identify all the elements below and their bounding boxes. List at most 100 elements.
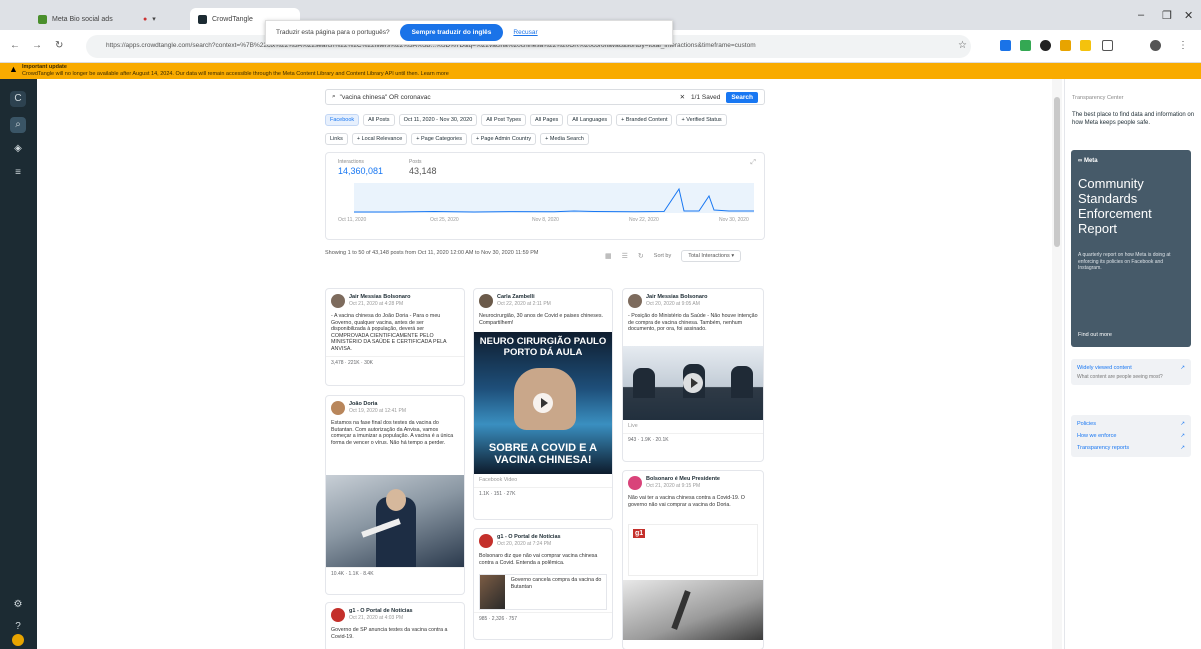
filter-chip[interactable]: Facebook xyxy=(325,114,360,126)
sort-dropdown[interactable]: Total Interactions ▾ xyxy=(681,250,742,262)
filter-chip[interactable]: Links xyxy=(325,133,348,145)
post-stats: 985 · 2,326 · 757 xyxy=(474,612,612,625)
filter-chip[interactable]: + Local Relevance xyxy=(351,133,408,145)
notice-title: Important update xyxy=(22,64,67,70)
play-icon[interactable] xyxy=(533,393,553,413)
filter-chip[interactable]: + Verified Status xyxy=(676,114,727,126)
filter-chip[interactable]: Oct 11, 2020 - Nov 30, 2020 xyxy=(398,114,478,126)
translate-button[interactable]: Sempre traduzir do inglês xyxy=(399,24,504,41)
post-author[interactable]: Carla Zambelli xyxy=(497,294,551,301)
post-card[interactable]: g1 - O Portal de Notícias Oct 20, 2020 a… xyxy=(473,528,613,640)
scrollbar-thumb[interactable] xyxy=(1054,97,1060,247)
post-card[interactable]: Jair Messias Bolsonaro Oct 20, 2020 at 9… xyxy=(622,288,764,462)
filter-chip[interactable]: + Branded Content xyxy=(616,114,673,126)
bookmark-star-icon[interactable]: ☆ xyxy=(958,40,967,51)
help-icon[interactable]: ? xyxy=(10,619,26,635)
app-sidebar: C ⌕ ◈ ≡ ⚙ ? xyxy=(0,79,37,649)
post-author[interactable]: Jair Messias Bolsonaro xyxy=(349,294,410,301)
post-text: - A vacina chinesa do João Doria - Para … xyxy=(331,313,447,352)
expand-icon[interactable]: ⤢ xyxy=(750,159,756,167)
avatar xyxy=(331,401,345,415)
filter-chip[interactable]: All Post Types xyxy=(481,114,527,126)
x-tick-label: Nov 8, 2020 xyxy=(532,217,559,223)
external-link-icon: ↗ xyxy=(1180,445,1185,451)
dashboard-icon[interactable]: ◈ xyxy=(10,141,26,157)
refresh-icon[interactable]: ↻ xyxy=(638,252,644,260)
csr-card[interactable]: ∞ Meta Community Standards Enforcement R… xyxy=(1071,150,1191,347)
post-card[interactable]: João Doria Oct 19, 2020 at 12:41 PM Esta… xyxy=(325,395,465,595)
search-bar[interactable]: ⌕ "vacina chinesa" OR coronavac ✕ 1/1 Sa… xyxy=(325,89,765,105)
sidepanel-icon[interactable] xyxy=(1102,40,1113,51)
post-card[interactable]: g1 - O Portal de Notícias Oct 21, 2020 a… xyxy=(325,602,465,649)
policies-link[interactable]: Policies xyxy=(1077,418,1096,430)
search-icon[interactable]: ⌕ xyxy=(10,117,26,133)
filter-chip[interactable]: + Page Categories xyxy=(411,133,467,145)
extension-icon[interactable] xyxy=(1060,40,1071,51)
crowdtangle-logo-icon[interactable]: C xyxy=(10,91,26,107)
avatar xyxy=(479,534,493,548)
widely-viewed-link[interactable]: Widely viewed content xyxy=(1077,362,1132,374)
post-card[interactable]: Jair Messias Bolsonaro Oct 21, 2020 at 4… xyxy=(325,288,465,386)
filter-chip[interactable]: All Languages xyxy=(567,114,613,126)
extension-icon[interactable] xyxy=(1020,40,1031,51)
post-author[interactable]: Bolsonaro é Meu Presidente xyxy=(646,476,720,483)
filter-chip[interactable]: All Pages xyxy=(530,114,564,126)
filter-chip[interactable]: All Posts xyxy=(363,114,395,126)
post-stats: 10.4K · 1.1K · 8.4K xyxy=(326,567,464,580)
post-card[interactable]: Bolsonaro é Meu Presidente Oct 21, 2020 … xyxy=(622,470,764,649)
interactions-value: 14,360,081 xyxy=(338,166,384,176)
panel-intro: The best place to find data and informat… xyxy=(1072,112,1195,126)
tab-menu-icon[interactable]: ● ▾ xyxy=(135,8,164,30)
extension-icon[interactable] xyxy=(1080,40,1091,51)
post-text: Governo de SP anuncia testes da vacina c… xyxy=(331,627,448,640)
results-count: Showing 1 to 50 of 43,148 posts from Oct… xyxy=(325,250,539,256)
reports-link[interactable]: Transparency reports xyxy=(1077,442,1129,454)
forward-icon[interactable]: → xyxy=(32,40,42,51)
clear-icon[interactable]: ✕ xyxy=(680,93,685,101)
page-scrollbar[interactable] xyxy=(1052,79,1062,649)
maximize-icon[interactable]: ❐ xyxy=(1162,9,1172,22)
link-preview[interactable]: Governo cancela compra da vacina do Buta… xyxy=(479,574,607,610)
filter-chip[interactable]: + Page Admin Country xyxy=(470,133,537,145)
browser-tab[interactable]: Meta Bio social ads xyxy=(30,8,121,30)
post-author[interactable]: João Doria xyxy=(349,401,406,408)
enforce-link[interactable]: How we enforce xyxy=(1077,430,1116,442)
post-date: Oct 19, 2020 at 12:41 PM xyxy=(349,408,406,414)
saved-searches[interactable]: 1/1 Saved xyxy=(691,94,720,101)
post-video-thumbnail[interactable] xyxy=(623,346,763,420)
posts-label: Posts xyxy=(409,159,422,165)
filter-chip[interactable]: + Media Search xyxy=(540,133,589,145)
search-button[interactable]: Search xyxy=(726,91,758,103)
post-image[interactable] xyxy=(623,580,763,640)
play-icon[interactable] xyxy=(683,373,703,393)
post-card[interactable]: Carla Zambelli Oct 22, 2020 at 2:11 PM N… xyxy=(473,288,613,520)
lists-icon[interactable]: ≡ xyxy=(10,165,26,181)
grid-view-icon[interactable]: ▦ xyxy=(605,252,612,260)
back-icon[interactable]: ← xyxy=(10,40,20,51)
warning-icon: ▲ xyxy=(9,64,18,74)
browser-menu-icon[interactable]: ⋮ xyxy=(1178,40,1188,51)
post-author[interactable]: Jair Messias Bolsonaro xyxy=(646,294,707,301)
post-author[interactable]: g1 - O Portal de Notícias xyxy=(349,608,413,615)
extension-icon[interactable] xyxy=(1000,40,1011,51)
interactions-timeline-chart: Oct 11, 2020 Oct 25, 2020 Nov 8, 2020 No… xyxy=(338,183,754,223)
search-input[interactable]: "vacina chinesa" OR coronavac xyxy=(340,94,431,101)
reload-icon[interactable]: ↻ xyxy=(55,40,63,51)
decline-link[interactable]: Recusar xyxy=(513,29,537,36)
close-icon[interactable]: ✕ xyxy=(1184,9,1193,22)
embedded-post[interactable]: g1 xyxy=(628,524,758,576)
avatar xyxy=(331,294,345,308)
csr-title: Community Standards Enforcement Report xyxy=(1078,176,1152,236)
user-avatar[interactable] xyxy=(12,634,24,646)
settings-icon[interactable]: ⚙ xyxy=(10,597,26,613)
post-image[interactable] xyxy=(326,475,464,567)
list-view-icon[interactable]: ☰ xyxy=(622,252,628,260)
extension-icon[interactable] xyxy=(1040,40,1051,51)
post-author[interactable]: g1 - O Portal de Notícias xyxy=(497,534,561,541)
widely-viewed-box[interactable]: Widely viewed content ↗ What content are … xyxy=(1071,359,1191,385)
profile-avatar[interactable] xyxy=(1150,40,1161,51)
post-video-thumbnail[interactable]: NEURO CIRURGIÃO PAULO PORTO DÁ AULA SOBR… xyxy=(474,332,612,474)
minimize-icon[interactable]: – xyxy=(1138,9,1144,21)
find-out-more-link[interactable]: Find out more xyxy=(1078,332,1112,338)
translate-popup: Traduzir esta página para o português? S… xyxy=(265,20,673,45)
